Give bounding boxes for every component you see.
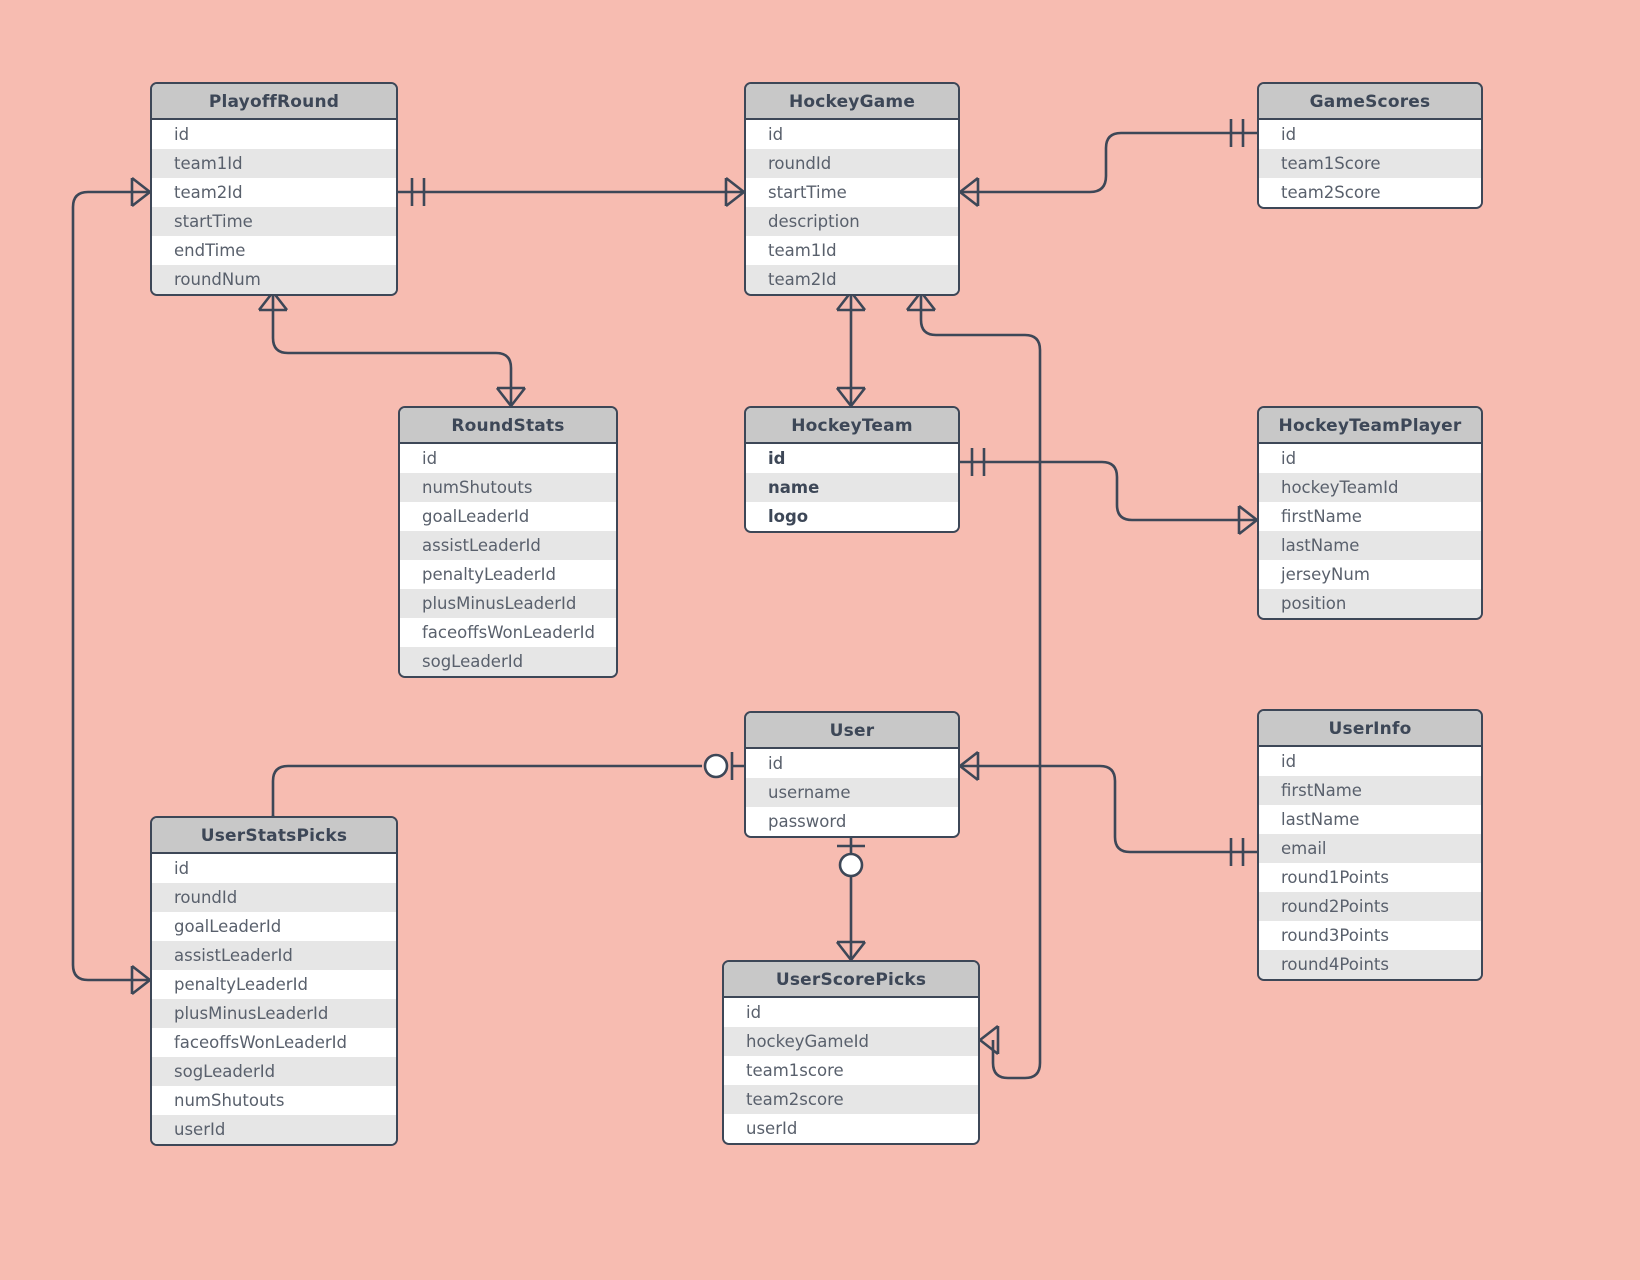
entity-title: UserStatsPicks [152,818,396,854]
attribute-row: penaltyLeaderId [400,560,616,589]
attribute-row: faceoffsWonLeaderId [152,1028,396,1057]
attribute-row: team1score [724,1056,978,1085]
wire-user-userinfo [960,764,1257,854]
attribute-row: team2Id [152,178,396,207]
attribute-row: username [746,778,958,807]
attribute-row: userId [152,1115,396,1144]
attribute-row: startTime [746,178,958,207]
attribute-row: faceoffsWonLeaderId [400,618,616,647]
attribute-row: round2Points [1259,892,1481,921]
entity-userscorepicks[interactable]: UserScorePicks id hockeyGameId team1scor… [722,960,980,1145]
attribute-row: round3Points [1259,921,1481,950]
attribute-row: startTime [152,207,396,236]
attribute-row: numShutouts [400,473,616,502]
attribute-row: id [1259,747,1481,776]
attribute-row: jerseyNum [1259,560,1481,589]
attribute-row: id [746,749,958,778]
attribute-row: round4Points [1259,950,1481,979]
attribute-row: roundNum [152,265,396,294]
attribute-row: firstName [1259,776,1481,805]
entity-hockeyteamplayer[interactable]: HockeyTeamPlayer id hockeyTeamId firstNa… [1257,406,1483,620]
entity-title: HockeyTeamPlayer [1259,408,1481,444]
attribute-row: id [746,444,958,473]
attribute-row: firstName [1259,502,1481,531]
entity-roundstats[interactable]: RoundStats id numShutouts goalLeaderId a… [398,406,618,678]
attribute-row: goalLeaderId [400,502,616,531]
attribute-row: team2score [724,1085,978,1114]
attribute-row: id [400,444,616,473]
entity-userstatspicks[interactable]: UserStatsPicks id roundId goalLeaderId a… [150,816,398,1146]
attribute-row: id [152,120,396,149]
attribute-row: goalLeaderId [152,912,396,941]
attribute-row: plusMinusLeaderId [152,999,396,1028]
attribute-row: assistLeaderId [152,941,396,970]
attribute-row: id [1259,120,1481,149]
attribute-row: email [1259,834,1481,863]
entity-hockeyteam[interactable]: HockeyTeam id name logo [744,406,960,533]
attribute-row: assistLeaderId [400,531,616,560]
attribute-row: sogLeaderId [152,1057,396,1086]
attribute-row: penaltyLeaderId [152,970,396,999]
attribute-row: sogLeaderId [400,647,616,676]
attribute-row: endTime [152,236,396,265]
entity-hockeygame[interactable]: HockeyGame id roundId startTime descript… [744,82,960,296]
attribute-row: position [1259,589,1481,618]
wire-hockeygame-gamescores [960,131,1257,194]
attribute-row: team2Score [1259,178,1481,207]
wire-hockeyteam-hockeyteamplayer [960,460,1257,522]
attribute-row: name [746,473,958,502]
attribute-row: round1Points [1259,863,1481,892]
attribute-row: team1Id [152,149,396,178]
attribute-row: lastName [1259,531,1481,560]
attribute-row: userId [724,1114,978,1143]
attribute-row: id [746,120,958,149]
attribute-row: id [1259,444,1481,473]
entity-title: HockeyTeam [746,408,958,444]
attribute-row: numShutouts [152,1086,396,1115]
attribute-row: team1Id [746,236,958,265]
entity-title: UserScorePicks [724,962,978,998]
attribute-row: plusMinusLeaderId [400,589,616,618]
attribute-row: hockeyGameId [724,1027,978,1056]
attribute-row: roundId [152,883,396,912]
attribute-row: password [746,807,958,836]
entity-userinfo[interactable]: UserInfo id firstName lastName email rou… [1257,709,1483,981]
entity-gamescores[interactable]: GameScores id team1Score team2Score [1257,82,1483,209]
entity-title: GameScores [1259,84,1481,120]
entity-playoffround[interactable]: PlayoffRound id team1Id team2Id startTim… [150,82,398,296]
wire-playoffround-roundstats [271,292,513,406]
entity-title: RoundStats [400,408,616,444]
attribute-row: team2Id [746,265,958,294]
entity-title: UserInfo [1259,711,1481,747]
wire-user-userstatspicks [271,764,744,816]
attribute-row: id [724,998,978,1027]
attribute-row: description [746,207,958,236]
attribute-row: logo [746,502,958,531]
entity-user[interactable]: User id username password [744,711,960,838]
er-diagram-canvas: PlayoffRound id team1Id team2Id startTim… [0,0,1640,1280]
attribute-row: lastName [1259,805,1481,834]
entity-title: User [746,713,958,749]
entity-title: PlayoffRound [152,84,396,120]
entity-title: HockeyGame [746,84,958,120]
attribute-row: team1Score [1259,149,1481,178]
attribute-row: id [152,854,396,883]
attribute-row: roundId [746,149,958,178]
wire-playoffround-userstatspicks [71,190,150,982]
attribute-row: hockeyTeamId [1259,473,1481,502]
